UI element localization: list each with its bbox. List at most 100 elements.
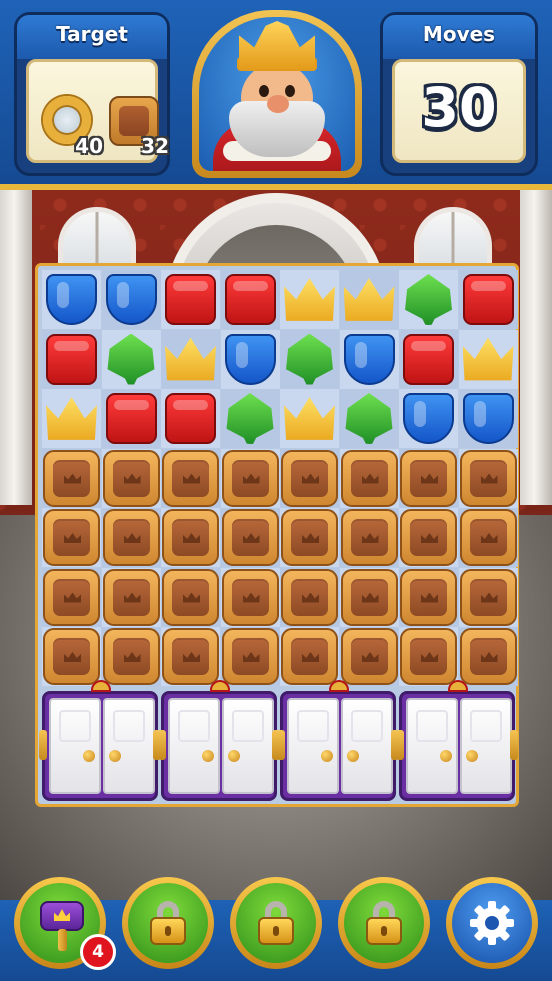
board-cell[interactable] (161, 389, 220, 448)
board-cell[interactable] (42, 329, 101, 389)
leaf-piece (286, 333, 333, 385)
board-cell[interactable] (42, 567, 101, 627)
box-piece (105, 393, 157, 444)
board-cell[interactable] (42, 627, 101, 686)
moves-counter: 30 (421, 76, 497, 139)
crate-piece (340, 449, 398, 507)
board-cell[interactable] (458, 567, 518, 627)
board-cell[interactable] (220, 270, 280, 329)
board-cell[interactable] (220, 448, 280, 508)
king-left-eye (259, 85, 269, 97)
board-cell[interactable] (280, 567, 339, 627)
board-cell[interactable] (399, 329, 458, 389)
locked-booster-3-button[interactable] (338, 877, 430, 969)
hammer-handle (58, 929, 67, 951)
leaf-piece (345, 393, 393, 444)
door-knob (321, 750, 333, 762)
board-cell[interactable] (42, 270, 101, 329)
board-cell[interactable] (339, 508, 399, 567)
board-cell[interactable] (339, 389, 399, 448)
board-cell[interactable] (101, 567, 161, 627)
crate-piece (340, 509, 398, 566)
target-panel: Target 40 32 (14, 12, 170, 176)
board-cell[interactable] (458, 389, 518, 448)
board-cell[interactable] (220, 627, 280, 686)
board-cell[interactable] (280, 389, 339, 448)
board-cell[interactable] (458, 627, 518, 686)
lock-icon (150, 901, 186, 945)
crate-piece (281, 568, 338, 626)
board-cell[interactable] (280, 627, 339, 686)
crate-piece (459, 628, 517, 685)
crate-piece (340, 568, 398, 626)
left-pillar (0, 185, 32, 505)
board-cell[interactable] (101, 448, 161, 508)
board-cell[interactable] (399, 508, 458, 567)
door-knob (228, 750, 240, 762)
target-title: Target (17, 15, 167, 59)
crate-piece (162, 449, 219, 507)
board-cell[interactable] (280, 508, 339, 567)
board-cell[interactable] (101, 508, 161, 567)
cabinet-obstacle[interactable] (39, 680, 161, 801)
board-cell[interactable] (220, 329, 280, 389)
board-cell[interactable] (161, 448, 220, 508)
board-cell[interactable] (161, 270, 220, 329)
board-cell[interactable] (399, 270, 458, 329)
crown-piece (284, 278, 335, 321)
board-cell[interactable] (280, 270, 339, 329)
leaf-piece (405, 274, 452, 325)
board-cell[interactable] (220, 389, 280, 448)
settings-button[interactable] (446, 877, 538, 969)
board-cell[interactable] (220, 508, 280, 567)
board-cell[interactable] (101, 270, 161, 329)
board-cell[interactable] (42, 448, 101, 508)
board-cell[interactable] (399, 389, 458, 448)
board-cell[interactable] (161, 508, 220, 567)
gear-hole (485, 916, 499, 930)
board-cell[interactable] (339, 567, 399, 627)
board-cell[interactable] (280, 329, 339, 389)
goal-ring-count: 40 (75, 134, 103, 158)
board-cell[interactable] (101, 389, 161, 448)
board-cell[interactable] (399, 627, 458, 686)
board-cell[interactable] (399, 448, 458, 508)
board-cell[interactable] (339, 270, 399, 329)
locked-booster-2-button[interactable] (230, 877, 322, 969)
board-cell[interactable] (280, 448, 339, 508)
board-cell[interactable] (42, 389, 101, 448)
board-cell[interactable] (161, 627, 220, 686)
crate-piece (43, 628, 100, 685)
board-cell[interactable] (161, 329, 220, 389)
board-cell[interactable] (458, 329, 518, 389)
board-cell[interactable] (458, 448, 518, 508)
locked-booster-3-face (344, 883, 424, 963)
box-piece (165, 274, 216, 325)
crate-piece (43, 568, 100, 626)
crate-piece (281, 449, 338, 507)
board-cell[interactable] (101, 627, 161, 686)
door-knob (440, 750, 452, 762)
crate-piece (43, 509, 100, 566)
board-cell[interactable] (161, 567, 220, 627)
board-cell[interactable] (458, 270, 518, 329)
board-cell[interactable] (101, 329, 161, 389)
board-cell[interactable] (42, 508, 101, 567)
locked-booster-1-button[interactable] (122, 877, 214, 969)
hammer-head (40, 901, 84, 931)
board-cell[interactable] (339, 448, 399, 508)
door-knob (109, 750, 121, 762)
board-cell[interactable] (399, 567, 458, 627)
cabinet-door (49, 698, 101, 794)
cabinet-obstacle[interactable] (396, 680, 518, 801)
cabinet-obstacle[interactable] (158, 680, 280, 801)
board-cell[interactable] (339, 627, 399, 686)
game-board (35, 263, 519, 807)
cabinet-obstacle[interactable] (277, 680, 399, 801)
board-cell[interactable] (339, 329, 399, 389)
board-cell[interactable] (458, 508, 518, 567)
board-cell[interactable] (220, 567, 280, 627)
box-piece (462, 274, 514, 325)
shield-piece (224, 333, 276, 385)
crate-piece (102, 568, 160, 626)
